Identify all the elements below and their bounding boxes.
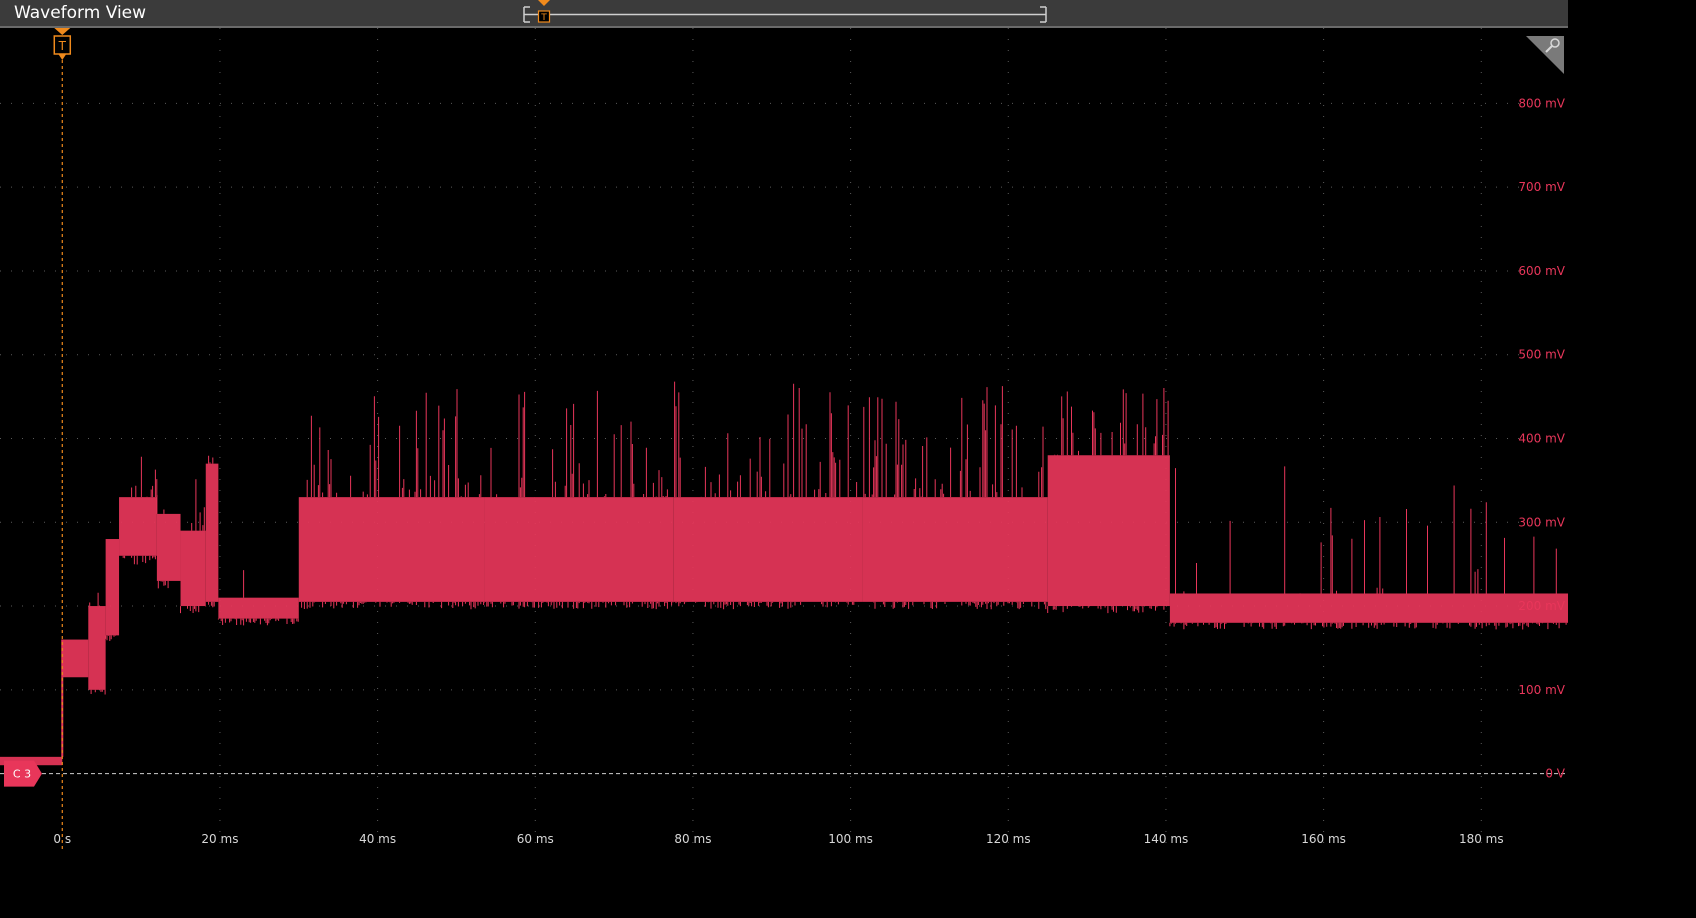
magnifier-icon[interactable] xyxy=(1526,36,1564,74)
trace-band xyxy=(862,497,1048,602)
graticule xyxy=(0,28,1568,849)
trace-segment xyxy=(483,390,674,610)
x-tick-label: 40 ms xyxy=(359,832,396,846)
y-tick-label: 600 mV xyxy=(1518,264,1565,278)
y-tick-label: 300 mV xyxy=(1518,515,1565,529)
title-bar: Waveform View T xyxy=(0,0,1568,28)
trace-band xyxy=(119,497,157,556)
trigger-label: T xyxy=(58,39,67,53)
trace-segment xyxy=(862,386,1048,610)
trace-segment xyxy=(205,455,219,608)
trace-band xyxy=(1169,593,1568,623)
zoom-overview[interactable]: T xyxy=(0,0,1568,26)
channel-3-badge[interactable]: C 3 xyxy=(4,760,42,787)
trace-segment xyxy=(673,381,863,610)
x-tick-label: 20 ms xyxy=(201,832,238,846)
trace-band xyxy=(298,497,485,602)
y-tick-label: 100 mV xyxy=(1518,683,1565,697)
y-tick-label: 0 V xyxy=(1545,767,1565,781)
trace-segment xyxy=(105,539,120,641)
trace-segment xyxy=(62,639,89,678)
x-tick-label: 120 ms xyxy=(986,832,1031,846)
trace-band xyxy=(218,597,299,619)
y-tick-label: 700 mV xyxy=(1518,180,1565,194)
trace-band xyxy=(180,530,206,607)
trace-band xyxy=(105,539,120,636)
trace-band xyxy=(484,497,674,602)
trace-segment xyxy=(298,389,485,610)
x-tick-label: 140 ms xyxy=(1144,832,1189,846)
x-tick-label: 0 s xyxy=(53,832,71,846)
trace-segment xyxy=(1169,466,1568,630)
trace-segment xyxy=(1047,388,1170,614)
channel-3-trace xyxy=(0,381,1568,766)
y-tick-label: 800 mV xyxy=(1518,96,1565,110)
trace-segment xyxy=(88,592,106,695)
trace-band xyxy=(88,606,106,690)
trace-segment xyxy=(217,570,299,626)
y-tick-label: 500 mV xyxy=(1518,348,1565,362)
zoom-trigger-marker-icon: T xyxy=(537,0,551,23)
trace-band xyxy=(205,463,219,602)
waveform-plot[interactable]: T C 3 0 V 100 mV 200 mV 300 mV 400 mV 500 mV 6… xyxy=(0,28,1568,849)
trace-band xyxy=(673,497,863,602)
trace-band xyxy=(62,639,89,678)
trigger-marker-icon[interactable]: T xyxy=(53,28,72,60)
zoom-trigger-label: T xyxy=(540,13,547,23)
y-tick-label: 200 mV xyxy=(1518,599,1565,613)
trace-segment xyxy=(119,456,158,565)
x-tick-label: 60 ms xyxy=(517,832,554,846)
trace-segment xyxy=(180,479,207,614)
trace-band xyxy=(1047,455,1170,607)
trace-segment xyxy=(156,495,181,589)
channel-label: C 3 xyxy=(13,768,31,781)
y-tick-label: 400 mV xyxy=(1518,432,1565,446)
x-tick-label: 180 ms xyxy=(1459,832,1504,846)
x-tick-label: 160 ms xyxy=(1301,832,1346,846)
x-tick-label: 80 ms xyxy=(674,832,711,846)
x-tick-label: 100 ms xyxy=(828,832,873,846)
trace-band xyxy=(156,513,181,581)
trace-spikes xyxy=(105,635,116,641)
